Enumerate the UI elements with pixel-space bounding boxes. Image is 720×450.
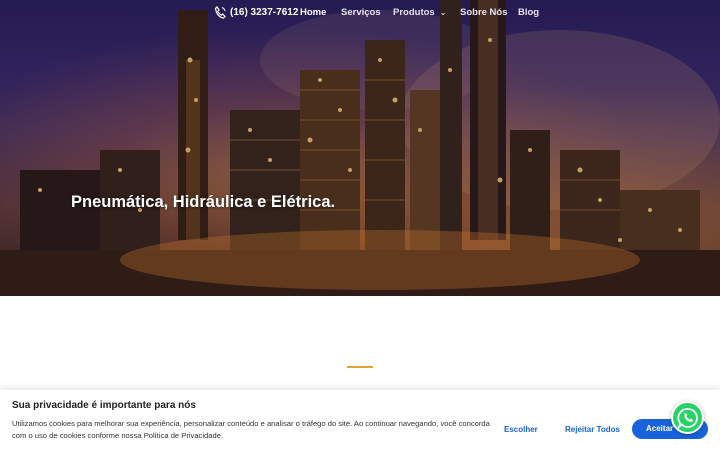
section-divider bbox=[347, 366, 373, 368]
phone-link[interactable]: (16) 3237-7612 bbox=[214, 6, 298, 19]
nav-item-servicos[interactable]: Serviços bbox=[341, 7, 381, 18]
nav-item-produtos[interactable]: Produtos ⌄ bbox=[393, 7, 446, 18]
nav-item-produtos-label: Produtos bbox=[393, 7, 435, 18]
phone-number: (16) 3237-7612 bbox=[230, 7, 299, 18]
cookie-banner: Sua privacidade é importante para nós Ut… bbox=[0, 390, 720, 450]
cookie-title: Sua privacidade é importante para nós bbox=[12, 400, 196, 411]
phone-icon bbox=[214, 6, 226, 19]
nav-item-blog[interactable]: Blog bbox=[518, 7, 539, 18]
hero-overlay bbox=[0, 0, 720, 296]
nav-item-home[interactable]: Home bbox=[300, 7, 326, 18]
cookie-reject-button[interactable]: Rejeitar Todos bbox=[565, 425, 620, 434]
whatsapp-icon bbox=[676, 407, 698, 429]
hero-banner: Pneumática, Hidráulica e Elétrica. bbox=[0, 0, 720, 296]
nav-item-sobre-nos[interactable]: Sobre Nós bbox=[460, 7, 508, 18]
top-navigation: (16) 3237-7612 Home Serviços Produtos ⌄ S… bbox=[0, 0, 720, 26]
cookie-description: Utilizamos cookies para melhorar sua exp… bbox=[12, 419, 490, 440]
chevron-down-icon: ⌄ bbox=[439, 8, 447, 17]
whatsapp-button[interactable] bbox=[671, 401, 704, 434]
cookie-choose-button[interactable]: Escolher bbox=[504, 425, 538, 434]
hero-title: Pneumática, Hidráulica e Elétrica. bbox=[71, 193, 336, 211]
